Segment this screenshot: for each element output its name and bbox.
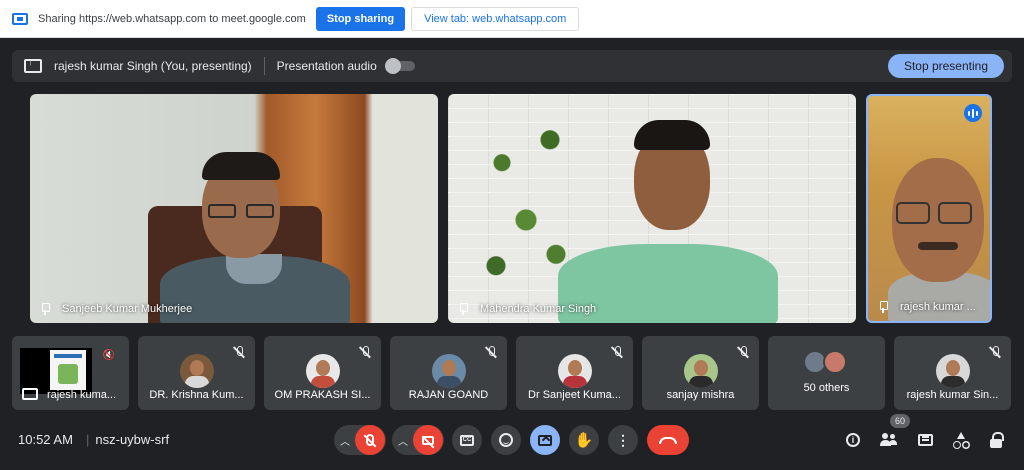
mic-off-icon <box>359 346 371 358</box>
presenter-label: rajesh kumar Singh (You, presenting) <box>54 59 252 73</box>
muted-speaker-icon: 🔇 <box>102 350 115 361</box>
participant-name-label: Mahendra Kumar Singh <box>458 303 596 315</box>
participant-name: Mahendra Kumar Singh <box>480 303 597 315</box>
mic-control-group: ︿ <box>334 425 386 455</box>
camera-options-chevron-icon[interactable]: ︿ <box>393 433 413 448</box>
hand-icon: ✋ <box>574 431 594 449</box>
reactions-button[interactable] <box>491 425 521 455</box>
participant-name: rajesh kumar ... <box>900 301 976 313</box>
mic-off-icon <box>989 346 1001 358</box>
participant-name: RAJAN GOAND <box>408 389 489 401</box>
pin-icon[interactable] <box>458 303 468 315</box>
participant-tile-others[interactable]: 50 others <box>768 336 885 410</box>
pin-icon[interactable] <box>878 301 888 313</box>
video-tile-rajesh[interactable]: rajesh kumar ... <box>866 94 992 323</box>
video-tile-sanjeeb[interactable]: Sanjeeb Kumar Mukherjee <box>30 94 438 323</box>
mic-off-icon <box>737 346 749 358</box>
host-controls-button[interactable] <box>988 431 1006 449</box>
participant-name: rajesh kumar Sin... <box>906 389 999 401</box>
participant-tile[interactable]: DR. Krishna Kum... <box>138 336 255 410</box>
participant-name-label: Sanjeeb Kumar Mukherjee <box>40 303 192 315</box>
avatar <box>935 354 970 388</box>
leave-call-button[interactable] <box>647 425 689 455</box>
present-screen-icon <box>24 57 42 73</box>
camera-off-icon <box>422 435 434 445</box>
present-now-button[interactable] <box>530 425 560 455</box>
participant-name: DR. Krishna Kum... <box>149 389 244 401</box>
mic-toggle-button[interactable] <box>355 425 385 455</box>
captions-button[interactable]: CC <box>452 425 482 455</box>
closed-captions-icon: CC <box>460 434 474 446</box>
speaking-indicator-icon <box>964 104 982 122</box>
mic-off-icon <box>485 346 497 358</box>
others-avatars <box>802 350 851 376</box>
participant-name: Sanjeeb Kumar Mukherjee <box>62 303 193 315</box>
more-vertical-icon: ⋮ <box>616 432 630 448</box>
avatar <box>179 354 214 388</box>
sharing-status-text: Sharing https://web.whatsapp.com to meet… <box>38 12 306 25</box>
chat-icon <box>917 434 933 446</box>
meeting-code: nsz-uybw-srf <box>86 432 169 447</box>
participant-tile[interactable]: RAJAN GOAND <box>390 336 507 410</box>
divider <box>263 57 265 75</box>
presentation-audio-label: Presentation audio <box>276 59 377 73</box>
camera-control-group: ︿ <box>392 425 444 455</box>
more-options-button[interactable]: ⋮ <box>608 425 638 455</box>
presenting-bar: rajesh kumar Singh (You, presenting) Pre… <box>12 50 1012 82</box>
avatar <box>431 354 466 388</box>
activities-shapes-icon <box>953 432 969 449</box>
chat-button[interactable] <box>916 431 934 449</box>
avatar <box>683 354 718 388</box>
participant-name: OM PRAKASH SI... <box>274 389 371 401</box>
people-count-badge: 60 <box>890 414 910 428</box>
participant-video-mahendra <box>448 94 856 323</box>
video-tile-mahendra[interactable]: Mahendra Kumar Singh <box>448 94 856 323</box>
meeting-time: 10:52 AM <box>18 432 73 447</box>
people-icon <box>880 433 898 447</box>
presentation-audio-toggle[interactable] <box>384 58 415 74</box>
participant-tile[interactable]: sanjay mishra <box>642 336 759 410</box>
info-icon: i <box>846 433 860 447</box>
hang-up-icon <box>659 436 677 444</box>
presentation-thumbnail <box>50 350 86 390</box>
stop-presenting-button[interactable]: Stop presenting <box>887 54 1004 78</box>
mic-options-chevron-icon[interactable]: ︿ <box>335 433 355 448</box>
participant-video-sanjeeb <box>30 94 438 323</box>
screen-share-icon <box>12 12 28 25</box>
mic-off-icon <box>366 434 374 446</box>
host-controls-lock-icon <box>990 432 1004 448</box>
raise-hand-button[interactable]: ✋ <box>569 425 599 455</box>
activities-button[interactable] <box>952 431 970 449</box>
participant-name: Dr Sanjeet Kuma... <box>528 389 621 401</box>
emoji-icon <box>499 433 513 447</box>
view-tab-button[interactable]: View tab: web.whatsapp.com <box>411 6 580 31</box>
mic-off-icon <box>611 346 623 358</box>
avatar <box>305 354 340 388</box>
present-screen-icon <box>538 434 552 446</box>
participant-name: rajesh kuma... <box>46 389 117 401</box>
camera-toggle-button[interactable] <box>413 425 443 455</box>
people-button[interactable] <box>880 431 898 449</box>
participant-tile[interactable]: rajesh kumar Sin... <box>894 336 1011 410</box>
meeting-details-button[interactable]: i <box>844 431 862 449</box>
participant-tile[interactable]: Dr Sanjeet Kuma... <box>516 336 633 410</box>
participant-video-rajesh <box>868 96 990 321</box>
others-count-label: 50 others <box>803 382 850 394</box>
participant-tile[interactable]: OM PRAKASH SI... <box>264 336 381 410</box>
screen-share-notification-bar: Sharing https://web.whatsapp.com to meet… <box>0 0 1024 38</box>
participant-name: sanjay mishra <box>666 389 735 401</box>
pin-icon[interactable] <box>40 303 50 315</box>
avatar <box>822 350 847 374</box>
stop-sharing-button[interactable]: Stop sharing <box>315 6 406 31</box>
participant-name-label: rajesh kumar ... <box>878 301 976 313</box>
participant-tile-self[interactable]: 🔇 rajesh kuma... <box>12 336 129 410</box>
avatar <box>557 354 592 388</box>
mic-off-icon <box>233 346 245 358</box>
